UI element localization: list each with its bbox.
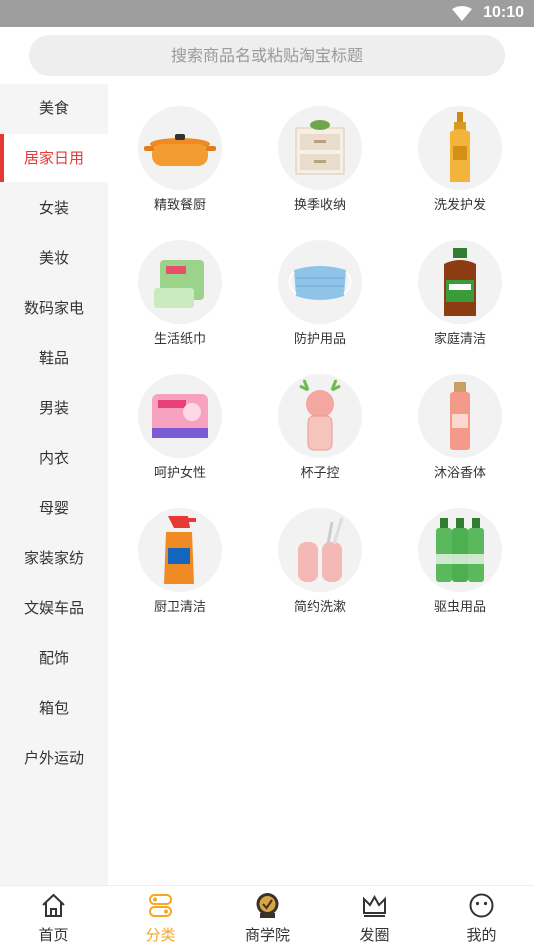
- grid-item-label: 呵护女性: [153, 466, 206, 481]
- wifi-icon: [452, 6, 472, 21]
- grid-item-label: 厨卫清洁: [153, 600, 206, 615]
- tab-moments[interactable]: 发圈: [321, 886, 428, 950]
- grid-item-label: 驱虫用品: [433, 600, 486, 615]
- grid-item-kitchenware[interactable]: 精致餐厨: [108, 84, 248, 218]
- grid-item-cups[interactable]: 杯子控: [248, 352, 388, 486]
- tab-home[interactable]: 首页: [0, 886, 107, 950]
- subcategory-grid: 精致餐厨 换季收纳 洗发护发 生活纸巾 防护用品 家庭清洁 呵护女性 杯子控 沐…: [108, 84, 534, 885]
- search-input[interactable]: 搜索商品名或粘贴淘宝标题: [29, 35, 505, 76]
- search-bar: 搜索商品名或粘贴淘宝标题: [0, 27, 534, 84]
- repellent-bottles-icon: [418, 508, 502, 592]
- bottom-tab-bar: 首页 分类 商学院 发圈 我的: [0, 885, 534, 949]
- toothbrush-cup-icon: [278, 508, 362, 592]
- sidebar-item-beauty[interactable]: 美妆: [0, 234, 108, 282]
- category-sidebar: 美食 居家日用 女装 美妆 数码家电 鞋品 男装 内衣 母婴 家装家纺 文娱车品…: [0, 84, 108, 885]
- grid-item-label: 生活纸巾: [153, 332, 206, 347]
- grid-item-label: 简约洗漱: [293, 600, 346, 615]
- disinfectant-bottle-icon: [418, 240, 502, 324]
- sidebar-item-home-textiles[interactable]: 家装家纺: [0, 534, 108, 582]
- grid-item-kitchen-bath-cleaning[interactable]: 厨卫清洁: [108, 486, 248, 620]
- sidebar-item-accessories[interactable]: 配饰: [0, 634, 108, 682]
- status-bar: 10:10: [0, 0, 534, 27]
- grid-item-toiletries[interactable]: 简约洗漱: [248, 486, 388, 620]
- tab-mine[interactable]: 我的: [428, 886, 534, 950]
- sidebar-item-bags[interactable]: 箱包: [0, 684, 108, 732]
- grid-item-label: 洗发护发: [433, 198, 486, 213]
- kids-cup-icon: [278, 374, 362, 458]
- grid-item-storage[interactable]: 换季收纳: [248, 84, 388, 218]
- tab-category[interactable]: 分类: [107, 886, 214, 950]
- sidebar-item-womens-wear[interactable]: 女装: [0, 184, 108, 232]
- body-mist-icon: [418, 374, 502, 458]
- grid-item-label: 沐浴香体: [433, 466, 486, 481]
- face-mask-icon: [278, 240, 362, 324]
- sidebar-item-electronics[interactable]: 数码家电: [0, 284, 108, 332]
- sidebar-item-food[interactable]: 美食: [0, 84, 108, 132]
- grid-item-tissue[interactable]: 生活纸巾: [108, 218, 248, 352]
- tab-category-label: 分类: [145, 926, 176, 944]
- tab-academy[interactable]: 商学院: [214, 886, 321, 950]
- sidebar-item-shoes[interactable]: 鞋品: [0, 334, 108, 382]
- sidebar-item-household[interactable]: 居家日用: [0, 134, 108, 182]
- sidebar-item-outdoor[interactable]: 户外运动: [0, 734, 108, 782]
- grid-item-insect-repellent[interactable]: 驱虫用品: [388, 486, 528, 620]
- grid-item-label: 杯子控: [300, 466, 340, 481]
- grid-item-feminine-care[interactable]: 呵护女性: [108, 352, 248, 486]
- grid-item-protection[interactable]: 防护用品: [248, 218, 388, 352]
- sidebar-item-entertainment-car[interactable]: 文娱车品: [0, 584, 108, 632]
- sidebar-item-mens-wear[interactable]: 男装: [0, 384, 108, 432]
- tab-academy-label: 商学院: [244, 926, 290, 944]
- tissue-pack-icon: [138, 240, 222, 324]
- academy-icon: [256, 893, 279, 918]
- crown-icon: [363, 894, 386, 917]
- tab-moments-label: 发圈: [359, 926, 390, 944]
- grid-item-label: 防护用品: [293, 332, 346, 347]
- sidebar-item-underwear[interactable]: 内衣: [0, 434, 108, 482]
- home-icon: [42, 893, 65, 917]
- grid-item-label: 精致餐厨: [153, 198, 206, 213]
- category-icon: [149, 894, 172, 917]
- tab-mine-label: 我的: [466, 926, 497, 944]
- casserole-pot-icon: [138, 106, 222, 190]
- storage-drawer-icon: [278, 106, 362, 190]
- grid-item-home-cleaning[interactable]: 家庭清洁: [388, 218, 528, 352]
- grid-item-label: 换季收纳: [293, 198, 346, 213]
- grid-item-label: 家庭清洁: [433, 332, 486, 347]
- sidebar-item-baby[interactable]: 母婴: [0, 484, 108, 532]
- spray-cleaner-icon: [138, 508, 222, 592]
- grid-item-bath-fragrance[interactable]: 沐浴香体: [388, 352, 528, 486]
- smile-face-icon: [469, 893, 494, 918]
- shampoo-bottle-icon: [418, 106, 502, 190]
- grid-item-haircare[interactable]: 洗发护发: [388, 84, 528, 218]
- status-time: 10:10: [483, 4, 524, 21]
- sanitary-pad-icon: [138, 374, 222, 458]
- tab-home-label: 首页: [38, 926, 69, 944]
